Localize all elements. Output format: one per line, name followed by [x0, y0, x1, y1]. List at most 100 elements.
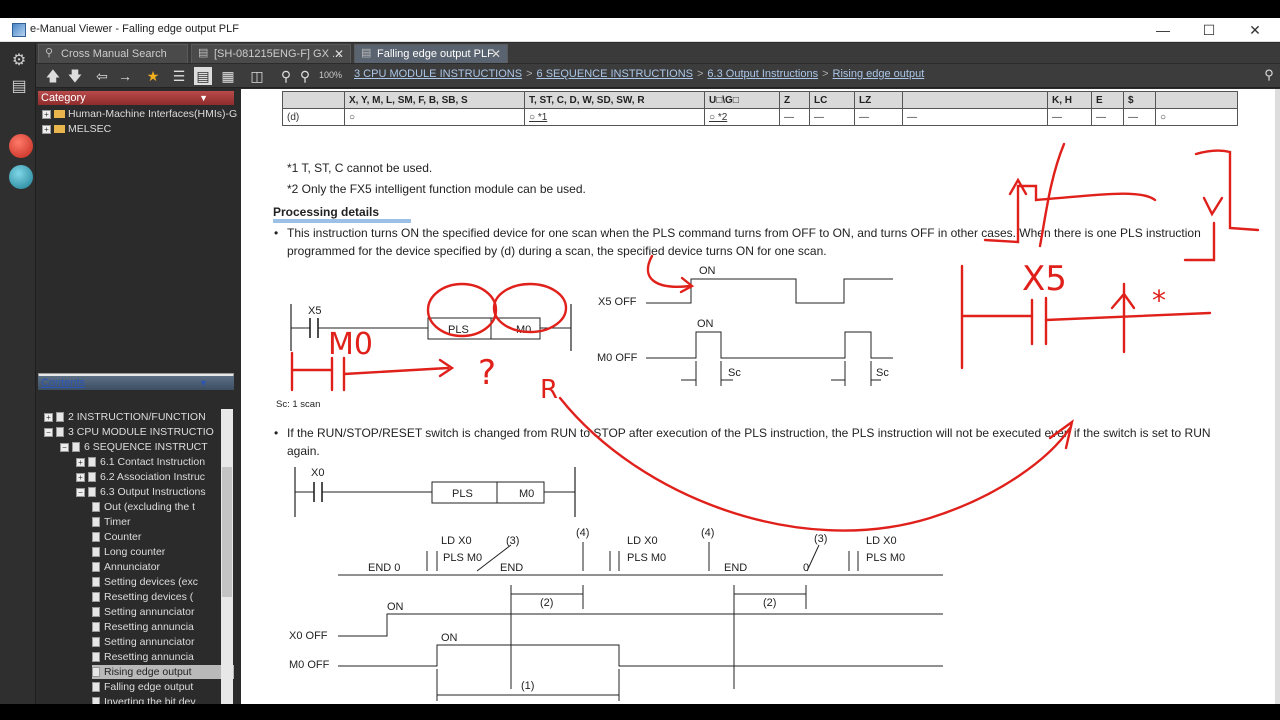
- grid-icon[interactable]: ▦: [219, 67, 237, 85]
- page-icon: [92, 667, 100, 678]
- breadcrumb-separator: >: [526, 68, 533, 80]
- contents-scrollbar[interactable]: [221, 409, 233, 704]
- category-item[interactable]: + MELSEC: [42, 122, 111, 136]
- tab-bar: ⚲ Cross Manual Search ▤ [SH-081215ENG-F]…: [36, 43, 1280, 63]
- close-icon[interactable]: ✕: [491, 45, 501, 63]
- contents-item[interactable]: Resetting devices (: [92, 590, 234, 604]
- tab-label: Cross Manual Search: [61, 48, 167, 60]
- scroll-thumb[interactable]: [222, 467, 232, 597]
- on-label: ON: [697, 318, 714, 330]
- contents-item-label: 6 SEQUENCE INSTRUCT: [84, 441, 208, 453]
- contents-item-label: Setting annunciator: [104, 606, 195, 618]
- chevron-down-icon[interactable]: ▼: [199, 91, 208, 105]
- tab-label: [SH-081215ENG-F] GX ...: [214, 48, 342, 60]
- close-icon[interactable]: ✕: [334, 45, 344, 63]
- breadcrumb-item[interactable]: Rising edge output: [833, 68, 925, 80]
- contents-item-label: Falling edge output: [104, 681, 194, 693]
- chevron-down-icon[interactable]: ▼: [199, 376, 208, 390]
- contents-item-label: Resetting annuncia: [104, 651, 194, 663]
- contents-item[interactable]: +6.2 Association Instruc: [76, 470, 234, 484]
- contents-item[interactable]: − 3 CPU MODULE INSTRUCTIO: [44, 425, 234, 439]
- zoom-out-icon[interactable]: ⚲: [296, 67, 314, 85]
- expand-icon[interactable]: +: [42, 124, 51, 134]
- contents-item-label: Rising edge output: [104, 666, 192, 678]
- contents-item[interactable]: Resetting annuncia: [92, 620, 234, 634]
- contents-item[interactable]: − 6 SEQUENCE INSTRUCT: [60, 440, 234, 454]
- contents-item[interactable]: Setting annunciator: [92, 605, 234, 619]
- minimize-button[interactable]: —: [1140, 18, 1186, 42]
- contents-item-label: Out (excluding the t: [104, 501, 196, 513]
- contents-item[interactable]: Rising edge output: [92, 665, 234, 679]
- columns-icon[interactable]: ◫: [248, 67, 266, 85]
- contents-item[interactable]: +6.1 Contact Instruction: [76, 455, 234, 469]
- tab-cross-manual-search[interactable]: ⚲ Cross Manual Search: [38, 44, 188, 63]
- sc-label: Sc: [728, 367, 741, 379]
- tab-falling-edge[interactable]: ▤ Falling edge output PLF ✕: [354, 44, 508, 63]
- search-icon[interactable]: ⚲: [1260, 67, 1278, 85]
- window-title: e-Manual Viewer - Falling edge output PL…: [30, 23, 239, 35]
- category-item[interactable]: + Human-Machine Interfaces(HMIs)-G: [42, 107, 237, 121]
- expand-icon[interactable]: +: [44, 412, 53, 422]
- collapse-icon[interactable]: −: [60, 442, 69, 452]
- device-label: M0: [519, 488, 534, 500]
- breadcrumb-item[interactable]: 6 SEQUENCE INSTRUCTIONS: [537, 68, 693, 80]
- contents-item[interactable]: Setting annunciator: [92, 635, 234, 649]
- device-label: M0: [516, 324, 531, 336]
- marker-1: (1): [521, 680, 534, 692]
- gear-icon[interactable]: ⚙: [9, 51, 29, 71]
- main-scrollbar[interactable]: [1275, 89, 1280, 704]
- tab-manual[interactable]: ▤ [SH-081215ENG-F] GX ... ✕: [191, 44, 351, 63]
- zoom-in-icon[interactable]: ⚲: [277, 67, 295, 85]
- contents-item[interactable]: Timer: [92, 515, 234, 529]
- expand-icon[interactable]: +: [76, 457, 85, 467]
- folder-icon: [54, 125, 65, 134]
- forward-icon[interactable]: →: [116, 67, 134, 85]
- close-button[interactable]: ✕: [1232, 18, 1278, 42]
- document-icon: ▤: [198, 47, 209, 59]
- category-item-label: MELSEC: [68, 123, 112, 135]
- contents-item[interactable]: Out (excluding the t: [92, 500, 234, 514]
- monitor-icon[interactable]: [9, 165, 33, 189]
- contents-item[interactable]: Counter: [92, 530, 234, 544]
- breadcrumb: 3 CPU MODULE INSTRUCTIONS >6 SEQUENCE INS…: [354, 68, 924, 80]
- breadcrumb-separator: >: [822, 68, 829, 80]
- on-label: ON: [387, 601, 404, 613]
- page-icon: [92, 697, 100, 704]
- page-icon: [56, 412, 64, 423]
- page-icon: [56, 427, 64, 438]
- contents-item[interactable]: Inverting the bit dev: [92, 695, 234, 704]
- view-icon[interactable]: ▤: [194, 67, 212, 85]
- breadcrumb-item[interactable]: 6.3 Output Instructions: [707, 68, 818, 80]
- star-icon[interactable]: ★: [144, 67, 162, 85]
- ld-label: LD X0: [441, 535, 472, 547]
- library-icon[interactable]: [9, 134, 33, 158]
- instruction-label: PLS: [448, 324, 469, 336]
- contents-item[interactable]: − 6.3 Output Instructions: [76, 485, 234, 499]
- category-header[interactable]: Category ▼: [38, 91, 234, 105]
- arrow-down-icon[interactable]: 🡇: [66, 67, 84, 85]
- pls-label: PLS M0: [866, 552, 905, 564]
- arrow-up-icon[interactable]: 🡅: [44, 67, 62, 85]
- list-icon[interactable]: ☰: [170, 67, 188, 85]
- maximize-button[interactable]: ☐: [1186, 18, 1232, 42]
- contents-header[interactable]: Contents ▼: [38, 376, 234, 390]
- contents-item-label: Timer: [104, 516, 131, 528]
- breadcrumb-item[interactable]: 3 CPU MODULE INSTRUCTIONS: [354, 68, 522, 80]
- collapse-icon[interactable]: −: [44, 427, 53, 437]
- contact-label: X0: [311, 467, 324, 479]
- bottom-bar: [0, 704, 1280, 720]
- expand-icon[interactable]: +: [76, 472, 85, 482]
- ld-label: LD X0: [627, 535, 658, 547]
- contents-item[interactable]: Resetting annuncia: [92, 650, 234, 664]
- expand-icon[interactable]: +: [42, 109, 51, 119]
- page-icon: [92, 577, 100, 588]
- contents-item[interactable]: Long counter: [92, 545, 234, 559]
- contents-item[interactable]: Setting devices (exc: [92, 575, 234, 589]
- collapse-icon[interactable]: −: [76, 487, 85, 497]
- contents-item[interactable]: +2 INSTRUCTION/FUNCTION: [44, 410, 234, 424]
- back-icon[interactable]: ⇦: [93, 67, 111, 85]
- document-icon[interactable]: ▤: [9, 77, 29, 97]
- ladder-diagram-2: X0 PLS M0 END 0 END END 0 LD X0 PLS M0 L…: [289, 467, 943, 701]
- contents-item[interactable]: Annunciator: [92, 560, 234, 574]
- contents-item[interactable]: Falling edge output: [92, 680, 234, 694]
